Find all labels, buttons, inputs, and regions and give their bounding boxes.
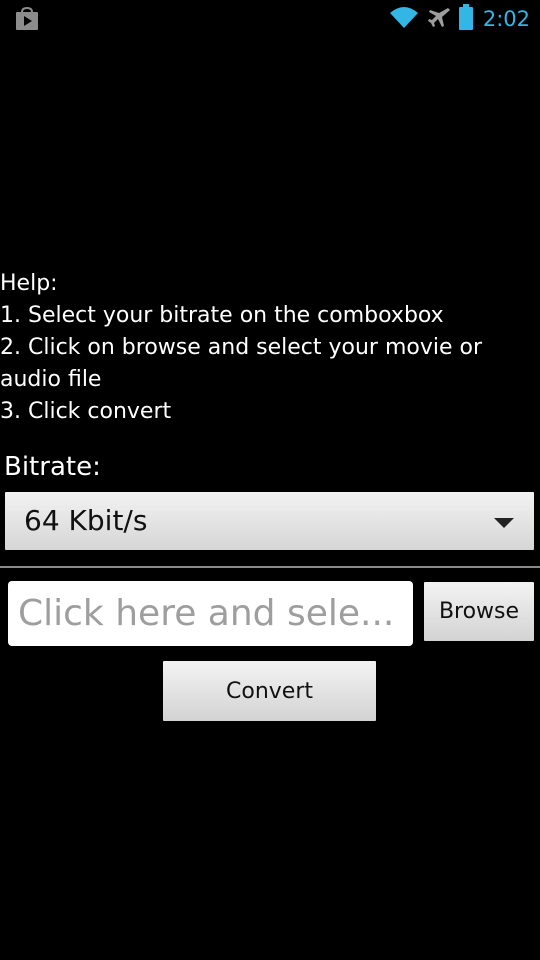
- wifi-icon: [389, 5, 419, 33]
- help-step-2: 2. Click on browse and select your movie…: [0, 335, 483, 392]
- help-title: Help:: [0, 271, 58, 296]
- airplane-icon: [427, 5, 451, 33]
- status-time: 2:02: [482, 7, 530, 31]
- dropdown-arrow-icon: [494, 518, 514, 528]
- browse-button[interactable]: Browse: [424, 582, 534, 641]
- help-step-1: 1. Select your bitrate on the comboxbox: [0, 303, 444, 328]
- battery-icon: [458, 4, 473, 34]
- divider: [0, 566, 540, 568]
- bitrate-selected-value: 64 Kbit/s: [24, 504, 148, 537]
- screen: 2:02 Help: 1. Select your bitrate on the…: [0, 0, 540, 960]
- help-step-3: 3. Click convert: [0, 399, 172, 424]
- file-path-input[interactable]: [8, 581, 413, 646]
- help-text: Help: 1. Select your bitrate on the comb…: [0, 268, 535, 428]
- play-store-icon: [14, 6, 40, 31]
- status-icons: 2:02: [389, 4, 530, 34]
- bitrate-spinner[interactable]: 64 Kbit/s: [5, 492, 534, 550]
- convert-button[interactable]: Convert: [163, 661, 376, 721]
- bitrate-label: Bitrate:: [4, 452, 101, 482]
- status-bar: 2:02: [0, 0, 540, 38]
